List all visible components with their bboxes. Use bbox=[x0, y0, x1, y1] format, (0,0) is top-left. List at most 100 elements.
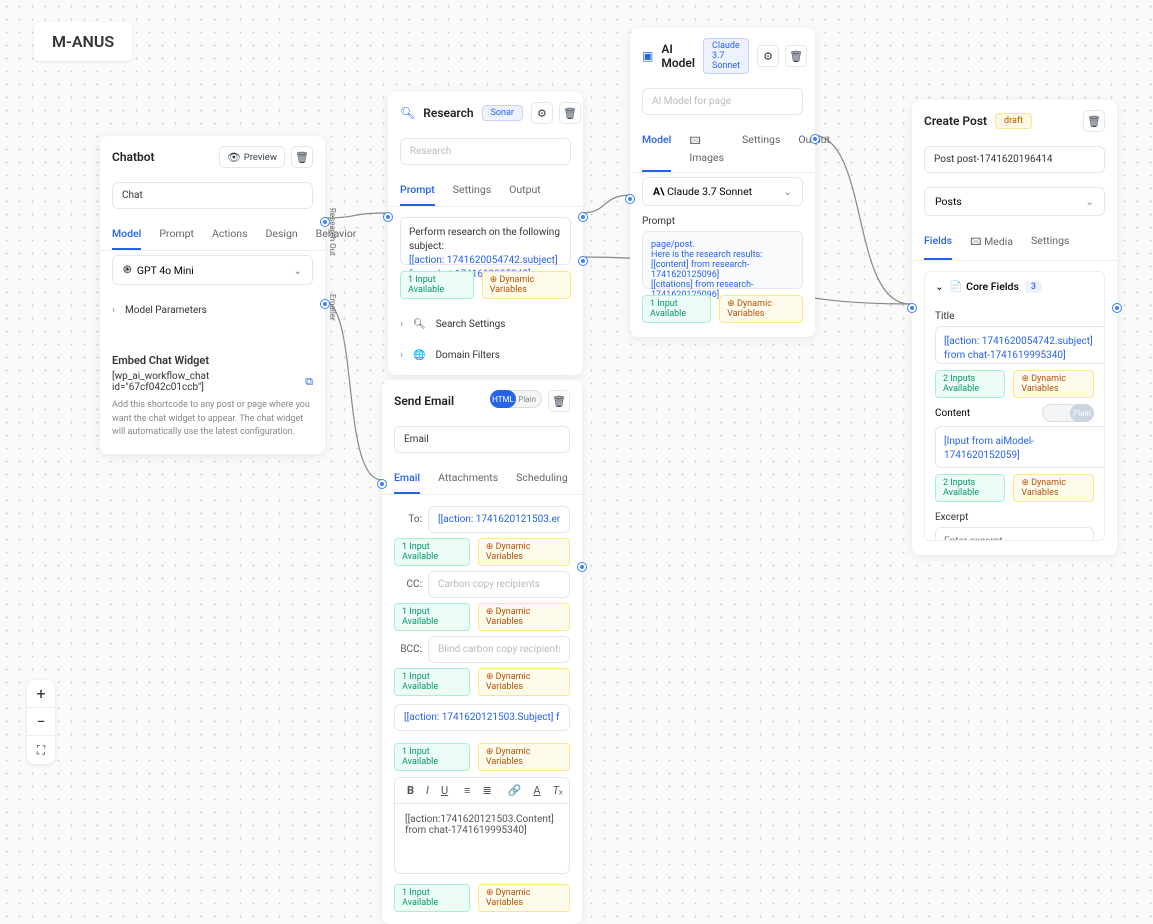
prompt-textarea[interactable]: Perform research on the following subjec… bbox=[400, 217, 571, 265]
dynamic-vars-badge[interactable]: ⊕ Dynamic Variables bbox=[719, 295, 803, 323]
body-textarea[interactable]: [[action:1741620121503.Content] from cha… bbox=[394, 804, 570, 874]
name-input[interactable] bbox=[642, 88, 803, 115]
color-icon[interactable]: A bbox=[533, 784, 540, 797]
dynamic-vars-badge[interactable]: ⊕ Dynamic Variables bbox=[1013, 370, 1094, 398]
prompt-textarea[interactable]: page/post. Here is the research results:… bbox=[642, 231, 803, 289]
tab-attachments[interactable]: Attachments bbox=[438, 463, 498, 494]
gear-icon[interactable]: ⚙ bbox=[757, 45, 779, 67]
delete-icon[interactable]: 🗑 bbox=[291, 146, 313, 168]
tab-media[interactable]: 🖾 Media bbox=[970, 226, 1013, 260]
html-toggle[interactable]: HTML Plain bbox=[490, 390, 542, 408]
dynamic-vars-badge[interactable]: ⊕ Dynamic Variables bbox=[1013, 474, 1094, 502]
list-ul-icon[interactable]: ≣ bbox=[483, 784, 492, 797]
inputs-available-badge: 2 Inputs Available bbox=[935, 474, 1005, 502]
clear-format-icon[interactable]: Tₓ bbox=[553, 784, 563, 797]
provider-pill: Sonar bbox=[482, 105, 523, 121]
tab-scheduling[interactable]: Scheduling bbox=[516, 463, 568, 494]
input-handle[interactable] bbox=[908, 304, 916, 312]
tab-model[interactable]: Model bbox=[642, 125, 671, 172]
model-select[interactable]: A\ Claude 3.7 Sonnet⌄ bbox=[642, 177, 803, 206]
tab-prompt[interactable]: Prompt bbox=[400, 175, 435, 206]
shortcode-display: [wp_ai_workflow_chat id="67cf042c01ccb"]… bbox=[112, 371, 313, 393]
content-textarea[interactable]: [Input from aiModel-1741620152059] bbox=[935, 426, 1105, 468]
bcc-input[interactable] bbox=[428, 636, 570, 663]
delete-icon[interactable]: 🗑 bbox=[785, 45, 807, 67]
delete-icon[interactable]: 🗑 bbox=[559, 102, 581, 124]
underline-icon[interactable]: U bbox=[441, 784, 448, 797]
dynamic-vars-badge[interactable]: ⊕ Dynamic Variables bbox=[478, 603, 570, 631]
posttype-select[interactable]: Posts⌄ bbox=[924, 187, 1105, 216]
input-handle[interactable] bbox=[384, 213, 392, 221]
italic-icon[interactable]: I bbox=[426, 784, 429, 797]
dynamic-vars-badge[interactable]: ⊕ Dynamic Variables bbox=[478, 743, 570, 771]
tabs: Model Prompt Actions Design Behavior bbox=[100, 219, 325, 251]
tab-fields[interactable]: Fields bbox=[924, 226, 952, 260]
tab-model[interactable]: Model bbox=[112, 219, 141, 250]
fit-view-button[interactable]: ⛶ bbox=[27, 736, 55, 764]
tab-design[interactable]: Design bbox=[266, 219, 298, 250]
model-select[interactable]: ֎ GPT 4o Mini⌄ bbox=[112, 255, 313, 285]
status-pill: draft bbox=[995, 113, 1032, 129]
input-handle[interactable] bbox=[378, 480, 386, 488]
output-handle[interactable] bbox=[579, 213, 587, 221]
excerpt-textarea[interactable] bbox=[935, 527, 1094, 541]
tab-email[interactable]: Email bbox=[394, 463, 420, 494]
tab-prompt[interactable]: Prompt bbox=[159, 219, 194, 250]
model-parameters-row[interactable]: › Model Parameters bbox=[100, 295, 325, 326]
cc-input[interactable] bbox=[428, 571, 570, 598]
delete-icon[interactable]: 🗑 bbox=[548, 390, 570, 412]
tab-output[interactable]: Output bbox=[798, 125, 830, 172]
input-handle[interactable] bbox=[626, 195, 634, 203]
tab-output[interactable]: Output bbox=[509, 175, 541, 206]
node-title: Create Post bbox=[924, 114, 987, 128]
name-input[interactable] bbox=[400, 138, 571, 165]
aimodel-node: ▣ AI Model Claude 3.7 Sonnet ⚙ 🗑 Model 🖾… bbox=[630, 28, 815, 337]
preview-button[interactable]: 👁 Preview bbox=[219, 146, 285, 168]
output-handle[interactable] bbox=[578, 563, 586, 571]
domain-filters-row[interactable]: › 🌐 Domain Filters bbox=[388, 340, 583, 375]
dynamic-vars-badge[interactable]: ⊕ Dynamic Variables bbox=[478, 884, 570, 912]
dynamic-vars-badge[interactable]: ⊕ Dynamic Variables bbox=[478, 668, 570, 696]
bcc-label: BCC: bbox=[394, 644, 422, 655]
tab-actions[interactable]: Actions bbox=[212, 219, 248, 250]
tab-settings[interactable]: Settings bbox=[1031, 226, 1069, 260]
input-available-badge: 1 Input Available bbox=[394, 603, 470, 631]
title-textarea[interactable]: [[action: 1741620054742.subject] from ch… bbox=[935, 326, 1105, 364]
output-handle-2[interactable] bbox=[579, 257, 587, 265]
embed-title: Embed Chat Widget bbox=[112, 354, 313, 367]
copy-icon[interactable]: ⧉ bbox=[305, 375, 313, 389]
tab-settings[interactable]: Settings bbox=[742, 125, 780, 172]
tab-images[interactable]: 🖾 Images bbox=[689, 125, 724, 172]
provider-pill: Claude 3.7 Sonnet bbox=[703, 38, 749, 74]
createpost-node: Create Post draft 🗑 Posts⌄ Fields 🖾 Medi… bbox=[912, 100, 1117, 555]
subject-input[interactable] bbox=[394, 704, 570, 731]
zoom-out-button[interactable]: − bbox=[27, 708, 55, 736]
zoom-in-button[interactable]: + bbox=[27, 680, 55, 708]
content-mode-toggle[interactable]: Plain bbox=[1042, 404, 1094, 422]
embed-note: Add this shortcode to any post or page w… bbox=[112, 399, 313, 440]
search-settings-row[interactable]: › 🔍︎ Search Settings bbox=[388, 309, 583, 340]
node-title: Research bbox=[423, 106, 473, 120]
dynamic-vars-badge[interactable]: ⊕ Dynamic Variables bbox=[478, 538, 570, 566]
content-label: Content bbox=[935, 408, 970, 419]
excerpt-label: Excerpt bbox=[935, 512, 1092, 523]
tab-settings[interactable]: Settings bbox=[453, 175, 491, 206]
delete-icon[interactable]: 🗑 bbox=[1083, 110, 1105, 132]
list-ol-icon[interactable]: ≡ bbox=[464, 784, 470, 797]
core-fields-header[interactable]: ⌄ 📄 Core Fields 3 bbox=[925, 272, 1104, 301]
gear-icon[interactable]: ⚙ bbox=[531, 102, 553, 124]
name-input[interactable] bbox=[924, 146, 1105, 173]
to-label: To: bbox=[394, 514, 422, 525]
brand-logo: M-ANUS bbox=[34, 22, 132, 61]
bold-icon[interactable]: B bbox=[407, 784, 414, 797]
output-handle[interactable] bbox=[811, 135, 819, 143]
dynamic-vars-badge[interactable]: ⊕ Dynamic Variables bbox=[482, 271, 571, 299]
name-input[interactable] bbox=[112, 182, 313, 209]
link-icon[interactable]: 🔗 bbox=[508, 784, 522, 797]
output-handle[interactable] bbox=[1113, 304, 1121, 312]
chatbot-node: Research Out Emailer Chatbot 👁 Preview 🗑… bbox=[100, 136, 325, 454]
to-input[interactable] bbox=[428, 506, 570, 533]
name-input[interactable] bbox=[394, 426, 570, 453]
cc-label: CC: bbox=[394, 579, 422, 590]
anthropic-icon: A\ bbox=[653, 185, 664, 198]
